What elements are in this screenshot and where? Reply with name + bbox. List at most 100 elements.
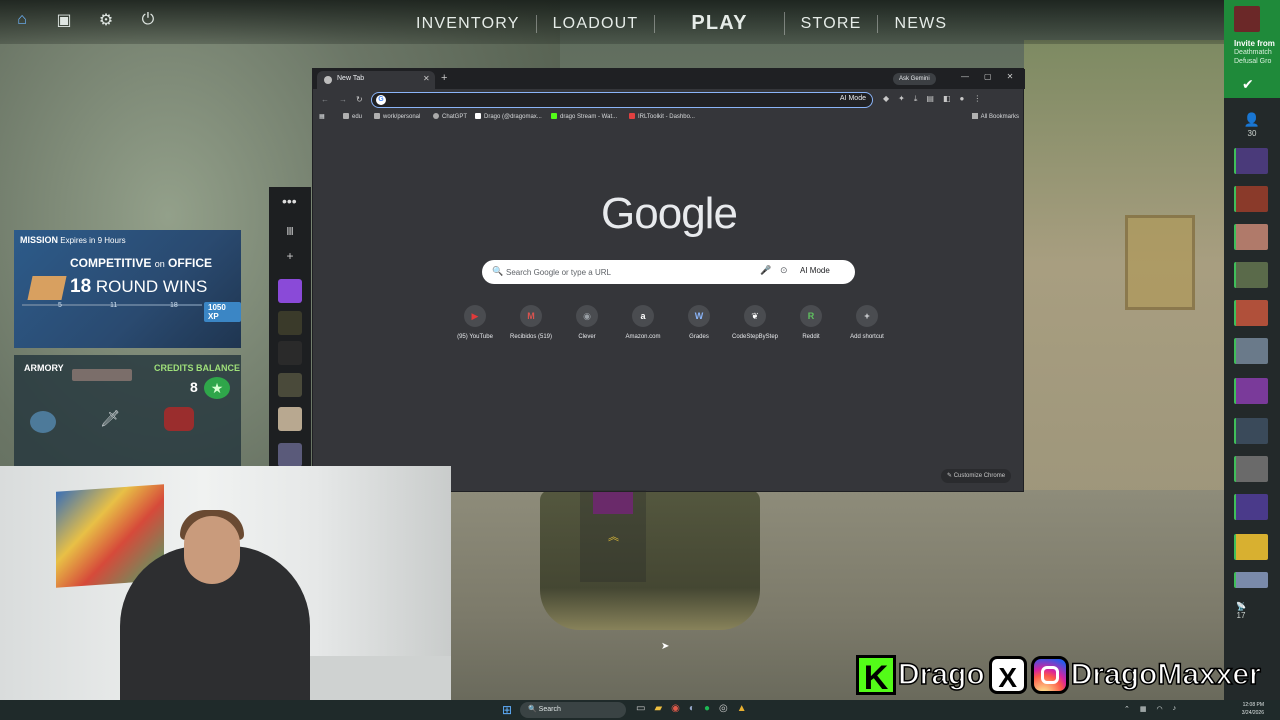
tab-strip: New Tab ✕ + Ask Gemini — ▢ ✕ xyxy=(313,69,1025,89)
friend-avatar[interactable] xyxy=(1234,378,1268,404)
file-explorer-icon[interactable]: ▰ xyxy=(654,703,662,714)
reading-list-icon[interactable]: ▤ xyxy=(926,94,934,104)
shortcut-tile[interactable]: ◉ Clever xyxy=(559,305,615,340)
google-logo: Google xyxy=(601,189,738,238)
bookmark-edu[interactable]: edu xyxy=(343,113,362,120)
minimize-icon[interactable]: — xyxy=(961,72,969,81)
apps-icon[interactable]: ▦ xyxy=(319,113,325,120)
extensions-icon[interactable]: ✦ xyxy=(898,94,905,104)
mission-map: OFFICE xyxy=(168,256,213,270)
friend-avatar[interactable] xyxy=(1234,300,1268,326)
chrome-taskbar-icon[interactable]: ◉ xyxy=(671,703,680,714)
gemini-icon[interactable]: ◆ xyxy=(883,94,889,104)
search-input[interactable] xyxy=(506,265,746,279)
app-icon[interactable] xyxy=(278,311,302,335)
friends-count[interactable]: 👤 30 xyxy=(1224,112,1280,138)
close-tab-icon[interactable]: ✕ xyxy=(423,74,430,83)
taskbar-clock[interactable]: 12:08 PM 3/24/2026 xyxy=(1230,701,1264,717)
app-icon[interactable] xyxy=(278,341,302,365)
shortcut-tile[interactable]: W Grades xyxy=(671,305,727,340)
nav-news[interactable]: NEWS xyxy=(878,15,963,33)
shortcut-tile[interactable]: R Reddit xyxy=(783,305,839,340)
bookmark-kick[interactable]: drago Stream - Wat... xyxy=(551,113,617,120)
tab-new-tab[interactable]: New Tab ✕ xyxy=(317,71,435,89)
mic-icon[interactable]: 🎤 xyxy=(760,265,771,276)
friend-avatar[interactable] xyxy=(1234,224,1268,250)
shortcut-tile[interactable]: M Recibidos (519) xyxy=(503,305,559,340)
reload-icon[interactable]: ↻ xyxy=(356,95,363,104)
power-icon[interactable]: ⏻ xyxy=(138,10,158,30)
task-view-icon[interactable]: ▭ xyxy=(636,703,645,714)
new-tab-page: Google 🔍 🎤 ⊙ AI Mode ▶ (95) YouTube M Recib… xyxy=(313,125,1025,493)
taskbar-search[interactable]: 🔍 Search xyxy=(520,702,626,718)
nav-play[interactable]: PLAY xyxy=(655,12,785,35)
accept-check-icon[interactable]: ✔ xyxy=(1242,76,1254,93)
bookmark-irltoolkit[interactable]: IRLToolkit - Dashbo... xyxy=(629,113,695,120)
friend-avatar[interactable] xyxy=(1234,494,1268,520)
friend-avatar[interactable] xyxy=(1234,262,1268,288)
tv-icon[interactable]: ▣ xyxy=(54,10,74,30)
app-icon[interactable] xyxy=(278,279,302,303)
invite-notification[interactable]: Invite from Deathmatch Defusal Gro ✔ xyxy=(1224,0,1280,98)
search-ai-mode-button[interactable]: AI Mode xyxy=(800,266,830,275)
google-icon: G xyxy=(376,95,386,105)
shortcut-tile[interactable]: a Amazon.com xyxy=(615,305,671,340)
rifle-icon xyxy=(72,369,132,381)
shortcut-tile[interactable]: + Add shortcut xyxy=(839,305,895,340)
mission-card[interactable]: MISSION Expires in 9 Hours COMPETITIVE o… xyxy=(14,230,241,348)
bookmark-chatgpt[interactable]: ChatGPT xyxy=(433,113,467,120)
obs-icon[interactable]: ◎ xyxy=(719,703,728,714)
app-icon[interactable] xyxy=(278,407,302,431)
ask-gemini-button[interactable]: Ask Gemini xyxy=(893,73,936,85)
profile-icon[interactable]: ● xyxy=(960,94,965,104)
tray-arrow-icon[interactable]: ⌃ xyxy=(1124,705,1130,713)
google-search-box[interactable]: 🔍 🎤 ⊙ AI Mode xyxy=(482,260,855,284)
customize-chrome-button[interactable]: ✎ Customize Chrome xyxy=(941,469,1012,483)
rank-icon xyxy=(593,492,633,514)
windows-start-icon[interactable]: ⊞ xyxy=(502,703,512,717)
side-panel-icon[interactable]: ◧ xyxy=(943,94,951,104)
nav-loadout[interactable]: LOADOUT xyxy=(537,14,656,33)
friend-avatar[interactable] xyxy=(1234,338,1268,364)
panel-icon[interactable]: Ⅲ xyxy=(278,225,302,249)
back-icon[interactable]: ← xyxy=(321,95,329,104)
forward-icon[interactable]: → xyxy=(339,95,347,104)
download-icon[interactable]: ⤓ xyxy=(914,94,918,104)
app-icon[interactable] xyxy=(278,373,302,397)
shortcut-tile[interactable]: ❦ CodeStepByStep xyxy=(727,305,783,340)
menu-icon[interactable]: ⋮ xyxy=(973,94,981,104)
social-overlay: K Drago X DragoMaxxer xyxy=(856,651,1262,699)
maximize-icon[interactable]: ▢ xyxy=(984,72,992,81)
wifi-icon[interactable]: ◠ xyxy=(1157,705,1163,713)
omnibox[interactable]: G AI Mode xyxy=(371,92,873,108)
nav-store[interactable]: STORE xyxy=(785,14,879,33)
shortcut-label: Recibidos (519) xyxy=(509,334,553,340)
close-icon[interactable]: ✕ xyxy=(1007,72,1014,81)
shortcut-tile[interactable]: ▶ (95) YouTube xyxy=(447,305,503,340)
cs2-icon[interactable]: ▲ xyxy=(737,703,747,714)
bookmark-x[interactable]: Drago (@dragomax... xyxy=(475,113,542,120)
gear-icon[interactable]: ⚙ xyxy=(96,10,116,30)
ai-mode-button[interactable]: AI Mode xyxy=(840,95,866,102)
friend-avatar[interactable] xyxy=(1234,148,1268,174)
nav-inventory[interactable]: INVENTORY xyxy=(400,14,537,33)
address-input[interactable] xyxy=(390,94,810,106)
all-bookmarks[interactable]: All Bookmarks xyxy=(971,113,1019,120)
friend-avatar[interactable] xyxy=(1234,534,1268,560)
spotify-icon[interactable]: ● xyxy=(704,703,710,714)
new-tab-button[interactable]: + xyxy=(441,72,447,84)
bookmark-work[interactable]: work/personal xyxy=(374,113,420,120)
steam-icon[interactable]: ◐ xyxy=(689,703,695,714)
friend-avatar[interactable] xyxy=(1234,186,1268,212)
tray-app-icon[interactable]: ▦ xyxy=(1140,705,1147,713)
friend-avatar[interactable] xyxy=(1234,572,1268,588)
add-icon[interactable]: + xyxy=(278,249,302,273)
lens-icon[interactable]: ⊙ xyxy=(780,265,788,276)
app-icon[interactable] xyxy=(278,443,302,467)
friend-avatar[interactable] xyxy=(1234,456,1268,482)
volume-icon[interactable]: ♪ xyxy=(1173,705,1177,713)
armory-card[interactable]: ARMORY CREDITS BALANCE 8 ★ 🗡 xyxy=(14,355,241,467)
friend-avatar[interactable] xyxy=(1234,418,1268,444)
more-icon[interactable]: ••• xyxy=(282,193,297,209)
home-icon[interactable]: ⌂ xyxy=(12,10,32,30)
